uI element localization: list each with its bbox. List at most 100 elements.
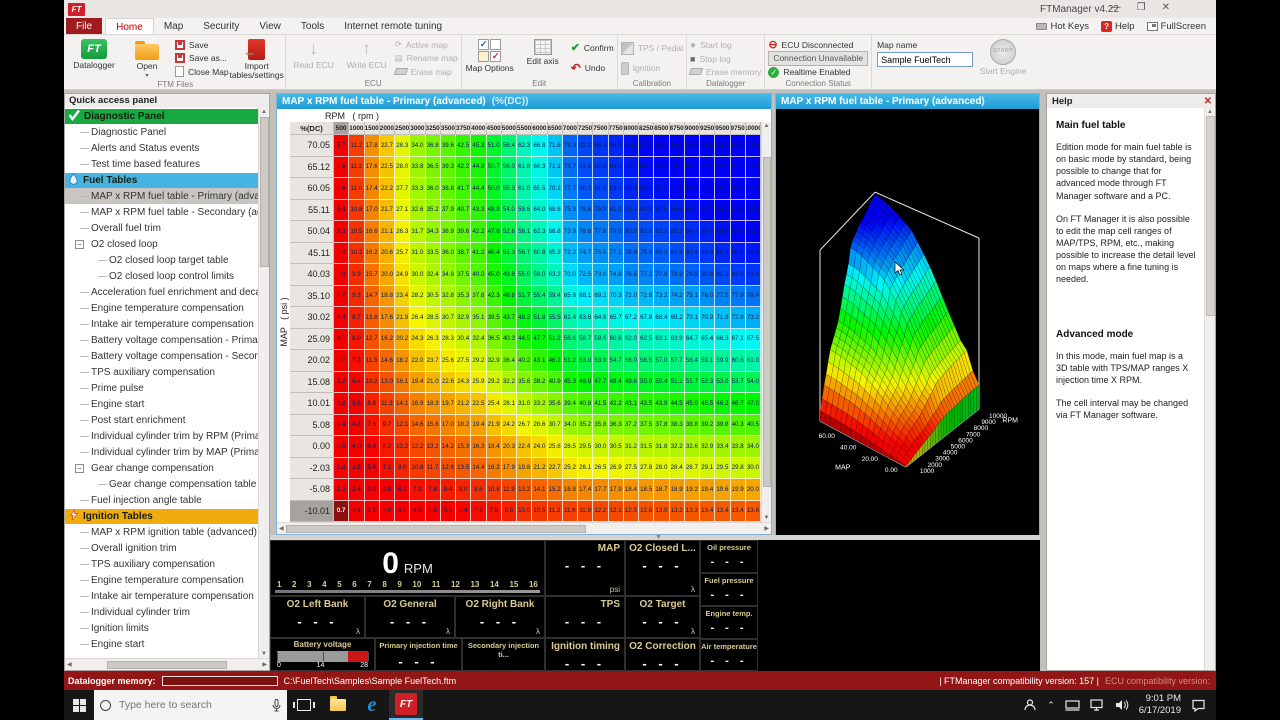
fuel-table-cell[interactable]: 50.0 bbox=[639, 372, 654, 394]
fuel-table-cell[interactable]: 39.5 bbox=[487, 307, 502, 329]
fuel-table-cell[interactable]: 42.2 bbox=[471, 221, 486, 243]
fuel-table-cell[interactable]: 45.0 bbox=[487, 264, 502, 286]
fuel-table-cell[interactable]: 55.0 bbox=[517, 264, 532, 286]
fuel-table-cell[interactable]: 25.4 bbox=[487, 393, 502, 415]
fuel-table-cell[interactable]: 86.1 bbox=[624, 157, 639, 179]
fuel-table-cell[interactable]: 32.4 bbox=[471, 329, 486, 351]
fuel-table-cell[interactable]: 38.8 bbox=[685, 415, 700, 437]
fuel-table-cell[interactable]: 6.4 bbox=[349, 372, 364, 394]
fuel-table-cell[interactable]: 11.9 bbox=[502, 479, 517, 501]
fuel-table-cell[interactable]: 40.0 bbox=[471, 264, 486, 286]
fuel-table-cell[interactable]: 38.7 bbox=[456, 243, 471, 265]
fuel-table-cell[interactable]: 44.5 bbox=[517, 329, 532, 351]
fuel-table-cell[interactable]: 36.4 bbox=[502, 350, 517, 372]
fuel-table-cell[interactable]: 61.8 bbox=[517, 157, 532, 179]
fuel-table-cell[interactable]: 44.4 bbox=[471, 178, 486, 200]
rpm-column-header[interactable]: 4500 bbox=[487, 122, 502, 135]
fuel-table-cell[interactable]: 26.1 bbox=[578, 458, 593, 480]
fuel-table-cell[interactable]: 65.7 bbox=[609, 307, 624, 329]
fuel-table-cell[interactable]: 77.0 bbox=[715, 286, 730, 308]
tree-item-gear-change-compensation[interactable]: −Gear change compensation bbox=[65, 460, 258, 476]
fuel-table-cell[interactable]: 33.2 bbox=[532, 393, 547, 415]
fuel-table-cell[interactable]: 30.5 bbox=[609, 436, 624, 458]
fuel-table-cell[interactable]: 25.8 bbox=[548, 436, 563, 458]
fuel-table-cell[interactable]: 86.5 bbox=[654, 178, 669, 200]
fuel-table-cell[interactable]: 21.0 bbox=[426, 372, 441, 394]
fuel-table-cell[interactable]: 36.0 bbox=[441, 243, 456, 265]
rpm-column-header[interactable]: 3250 bbox=[426, 122, 441, 135]
fuel-table-cell[interactable]: 32.6 bbox=[410, 200, 425, 222]
fuel-table-cell[interactable]: 12.1 bbox=[609, 501, 624, 523]
fuel-table-cell[interactable]: 76.6 bbox=[578, 221, 593, 243]
fuel-table-cell[interactable]: 11.2 bbox=[349, 135, 364, 157]
fuel-table-cell[interactable]: 73.2 bbox=[746, 307, 761, 329]
tree-item-post-start-enrichment[interactable]: Post start enrichment bbox=[65, 412, 258, 428]
fuel-table-cell[interactable]: 28.3 bbox=[441, 329, 456, 351]
fuel-table-cell[interactable]: 52.3 bbox=[700, 372, 715, 394]
fuel-table-cell[interactable]: 94.5 bbox=[746, 135, 761, 157]
fuel-table-cell[interactable]: 18.4 bbox=[487, 436, 502, 458]
fuel-table-cell[interactable]: 5.3 bbox=[334, 221, 349, 243]
fuel-table-cell[interactable]: 26.9 bbox=[609, 458, 624, 480]
scroll-down-icon[interactable]: ▼ bbox=[261, 651, 267, 657]
fuel-table-cell[interactable]: 36.5 bbox=[426, 157, 441, 179]
fuel-table-cell[interactable]: 26.3 bbox=[395, 221, 410, 243]
datalogger-button[interactable]: FT Datalogger bbox=[69, 37, 119, 80]
fuel-table-cell[interactable]: 83.4 bbox=[746, 264, 761, 286]
tree-item-alerts-and-status-events[interactable]: Alerts and Status events bbox=[65, 140, 258, 156]
fuel-table-cell[interactable]: 46.2 bbox=[715, 393, 730, 415]
fuel-table-cell[interactable]: 30.0 bbox=[746, 458, 761, 480]
fuel-table-cell[interactable]: 78.7 bbox=[563, 157, 578, 179]
hot-keys-button[interactable]: Hot Keys bbox=[1036, 21, 1089, 32]
fuel-table-cell[interactable]: 27.1 bbox=[395, 200, 410, 222]
fuel-table-cell[interactable]: 31.2 bbox=[624, 436, 639, 458]
fuel-table-cell[interactable]: 33.3 bbox=[410, 178, 425, 200]
fuel-table-cell[interactable]: 79.6 bbox=[639, 243, 654, 265]
rpm-column-header[interactable]: 7000 bbox=[563, 122, 578, 135]
tree-item-o2-closed-loop-target-table[interactable]: O2 closed loop target table bbox=[65, 252, 258, 268]
fuel-table-cell[interactable]: 3.6 bbox=[395, 501, 410, 523]
fuel-table-cell[interactable]: 37.2 bbox=[624, 415, 639, 437]
fuel-table-cell[interactable]: 71.1 bbox=[548, 157, 563, 179]
tree-item-fuel-injection-angle-table[interactable]: Fuel injection angle table bbox=[65, 492, 258, 508]
fuel-table-cell[interactable]: 2.4 bbox=[334, 415, 349, 437]
fuel-table-cell[interactable]: 5.4 bbox=[334, 200, 349, 222]
fuel-table-cell[interactable]: 63.6 bbox=[578, 307, 593, 329]
fuel-table-cell[interactable]: 1.4 bbox=[349, 501, 364, 523]
fuel-table-cell[interactable]: 18.5 bbox=[639, 479, 654, 501]
map-row-header[interactable]: 55.11 bbox=[290, 200, 334, 222]
fuel-table-cell[interactable]: 9.3 bbox=[349, 286, 364, 308]
fuel-table-cell[interactable]: 34.3 bbox=[426, 221, 441, 243]
fuel-table-cell[interactable]: 79.9 bbox=[593, 200, 608, 222]
fuel-table-cell[interactable]: 21.2 bbox=[456, 393, 471, 415]
fuel-table-cell[interactable]: 22.0 bbox=[410, 350, 425, 372]
map-row-header[interactable]: -5.08 bbox=[290, 479, 334, 501]
map-row-header[interactable]: 45.11 bbox=[290, 243, 334, 265]
rpm-column-header[interactable]: 7500 bbox=[593, 122, 608, 135]
fuel-table-cell[interactable]: 19.7 bbox=[441, 393, 456, 415]
fuel-table-cell[interactable]: 5.7 bbox=[334, 135, 349, 157]
rpm-column-header[interactable]: 1000 bbox=[349, 122, 364, 135]
fuel-table-cell[interactable]: 18.2 bbox=[456, 415, 471, 437]
fuel-table-cell[interactable]: 87.6 bbox=[731, 221, 746, 243]
fuel-table-cell[interactable]: 62.5 bbox=[639, 329, 654, 351]
fuel-table-cell[interactable]: 10.0 bbox=[517, 501, 532, 523]
fuel-table-cell[interactable]: 53.0 bbox=[578, 350, 593, 372]
fuel-table-cell[interactable]: 17.9 bbox=[609, 479, 624, 501]
fuel-table-cell[interactable]: 34.9 bbox=[441, 264, 456, 286]
fuel-table-cell[interactable]: 29.5 bbox=[578, 436, 593, 458]
tree-item-engine-start[interactable]: Engine start bbox=[65, 396, 258, 412]
fuel-table-cell[interactable]: 38.8 bbox=[441, 178, 456, 200]
tab-tools[interactable]: Tools bbox=[291, 18, 334, 34]
tree-expander-icon[interactable]: − bbox=[75, 464, 84, 473]
fuel-table-cell[interactable]: 10.2 bbox=[365, 372, 380, 394]
tab-file[interactable]: File bbox=[66, 18, 102, 34]
fuel-table-cell[interactable]: 29.1 bbox=[700, 458, 715, 480]
fuel-table-cell[interactable]: 49.6 bbox=[624, 372, 639, 394]
fuel-table-cell[interactable]: 14.1 bbox=[395, 393, 410, 415]
fuel-table-cell[interactable]: 56.6 bbox=[563, 329, 578, 351]
fuel-table-cell[interactable]: 68.1 bbox=[578, 286, 593, 308]
fuel-table-cell[interactable]: 0.7 bbox=[334, 501, 349, 523]
fuel-table-cell[interactable]: 18.9 bbox=[670, 479, 685, 501]
fuel-table-cell[interactable]: 86.9 bbox=[639, 157, 654, 179]
